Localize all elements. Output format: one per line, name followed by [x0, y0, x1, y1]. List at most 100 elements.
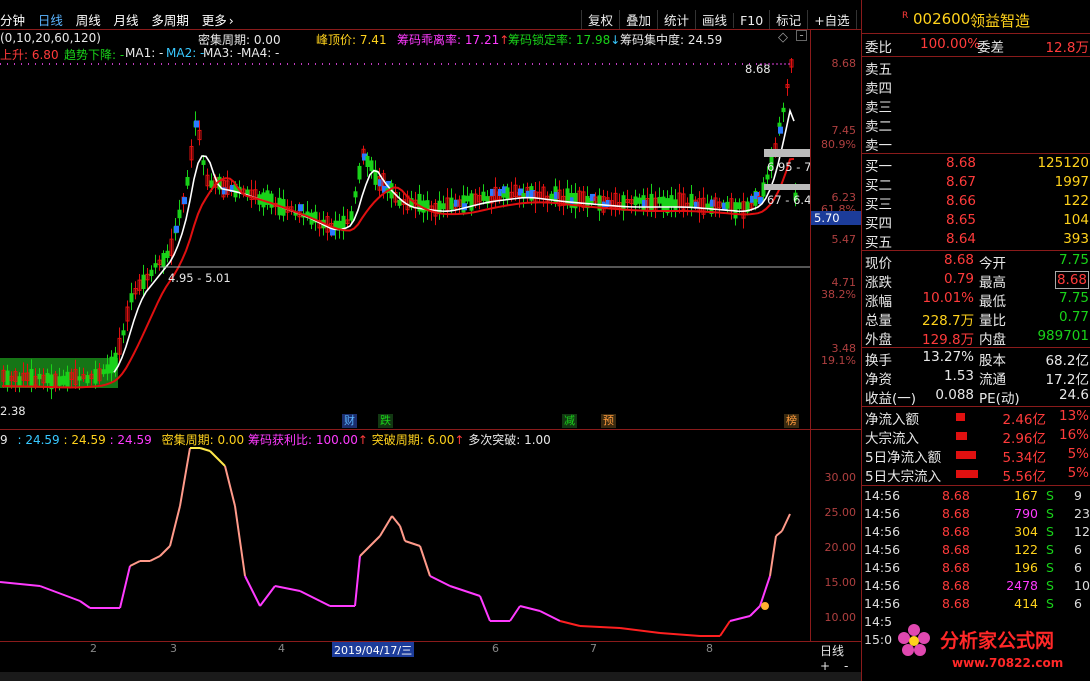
indicator-segment — [209, 450, 226, 467]
indicator-segment — [169, 505, 181, 547]
fund-label: 流通 — [979, 372, 1006, 388]
badge-fall[interactable]: 跌 — [378, 414, 393, 428]
mark-button[interactable]: 标记 — [769, 10, 807, 29]
candle — [129, 293, 134, 303]
sub-label-a: 9 — [0, 433, 8, 447]
tick-side: S — [1046, 506, 1054, 521]
flow-row: 净流入额 2.46亿 13% — [862, 408, 1090, 428]
tick-row: 14:56 8.68 304 S 12 — [862, 524, 1090, 542]
bid-label: 买四 — [865, 216, 892, 232]
stat-value: 228.7万 — [922, 313, 975, 329]
zoom-out-button[interactable]: - — [844, 659, 848, 673]
zoom-in-button[interactable]: + — [820, 659, 830, 673]
overlay-button[interactable]: 叠加 — [619, 10, 657, 29]
stat-value: 129.8万 — [922, 332, 975, 348]
stat-value: 7.75 — [1058, 290, 1089, 306]
indicator-segment — [39, 585, 81, 602]
ask-label: 卖四 — [865, 81, 892, 97]
indicator-segment — [759, 575, 771, 607]
candle — [637, 197, 642, 204]
chip-marker — [194, 120, 199, 128]
tick-count: 10 — [1074, 578, 1090, 593]
bid-label: 买一 — [865, 159, 892, 175]
sep — [862, 56, 1090, 57]
nav-daily[interactable]: 日线 — [38, 13, 63, 28]
tick-qty: 790 — [1014, 506, 1038, 521]
nav-weekly[interactable]: 周线 — [76, 13, 101, 28]
fund-row: 换手 13.27% 股本 68.2亿 — [862, 349, 1090, 369]
indicator-segment — [519, 605, 541, 612]
peak-price: 峰顶价: 7.41 — [316, 33, 387, 47]
indicator-segment — [579, 625, 621, 629]
ma-white-line — [113, 107, 795, 373]
pct-tick: 80.9% — [821, 138, 856, 151]
level-annotation: 4.95 - 5.01 — [168, 271, 231, 285]
flower-logo-icon — [896, 622, 932, 658]
bid-volume: 1997 — [1054, 174, 1089, 190]
x-tick: 7 — [590, 642, 597, 655]
price-tick: 5.47 — [831, 233, 857, 246]
indicator-segment — [159, 545, 171, 557]
bottom-tab-strip[interactable] — [0, 672, 861, 681]
candle — [153, 263, 158, 268]
candle — [673, 199, 678, 210]
indicator-segment — [379, 515, 393, 537]
add-watchlist-button[interactable]: +自选 — [807, 10, 855, 29]
indicator-segment — [354, 555, 361, 607]
candle — [397, 199, 402, 206]
stock-code[interactable]: 002600 — [913, 10, 970, 28]
candlestick-chart[interactable] — [0, 58, 810, 430]
indicator-segment — [179, 447, 191, 507]
chip-marker — [182, 197, 187, 205]
minimize-icon[interactable]: - — [796, 29, 807, 41]
candle — [201, 160, 206, 165]
flow-pct: 13% — [1058, 408, 1089, 424]
stat-value: 8.68 — [1054, 271, 1089, 289]
badge-finance[interactable]: 财 — [342, 414, 357, 428]
badge-reduce[interactable]: 减 — [562, 414, 577, 428]
diamond-icon[interactable]: ◇ — [778, 30, 788, 45]
stat-row: 现价 8.68 今开 7.75 — [862, 252, 1090, 272]
tick-row: 14:56 8.68 122 S 6 — [862, 542, 1090, 560]
pct-tick: 19.1% — [821, 354, 856, 367]
fuquan-button[interactable]: 复权 — [581, 10, 619, 29]
tick-price: 8.68 — [942, 578, 970, 593]
fund-label: 净资 — [865, 372, 892, 388]
bid-price: 8.68 — [945, 155, 976, 171]
nav-more[interactable]: 更多 › — [202, 13, 234, 28]
indicator-segment — [234, 505, 246, 577]
flow-bar — [956, 470, 978, 478]
sub-indicator-chart[interactable] — [0, 446, 810, 642]
sub-multi-break: 多次突破: 1.00 — [468, 433, 551, 447]
draw-line-button[interactable]: 画线 — [695, 10, 733, 29]
cursor-date: 2019/04/17/三 — [332, 642, 415, 657]
candle — [29, 368, 34, 386]
tick-count: 9 — [1074, 488, 1082, 503]
candle — [725, 201, 730, 209]
ask-label: 卖一 — [865, 138, 892, 154]
candle — [337, 220, 342, 230]
flow-bar — [956, 451, 976, 459]
candle — [373, 169, 378, 185]
badge-ranking[interactable]: 榜 — [784, 414, 799, 428]
r1-annotation: 6.95 - 7 — [767, 160, 812, 174]
stats-button[interactable]: 统计 — [657, 10, 695, 29]
chips-concentration: 筹码集中度: 24.59 — [620, 33, 723, 47]
ask-label: 卖三 — [865, 100, 892, 116]
timeframe-label[interactable]: 日线 — [820, 642, 844, 659]
nav-minute[interactable]: 分钟 — [0, 13, 25, 28]
nav-multi-period[interactable]: 多周期 — [151, 13, 189, 28]
commission-ratio-label: 委比 — [865, 40, 892, 56]
tick-count: 6 — [1074, 560, 1082, 575]
nav-monthly[interactable]: 月线 — [114, 13, 139, 28]
indicator-segment — [119, 565, 131, 609]
flow-value: 5.56亿 — [1002, 469, 1046, 485]
f10-button[interactable]: F10 — [733, 13, 769, 28]
indicator-segment — [359, 535, 381, 557]
badge-forecast[interactable]: 预 — [601, 414, 616, 428]
low-annotation: 2.38 — [0, 404, 26, 418]
nav-more-label: 更多 — [201, 13, 227, 28]
stat-label: 今开 — [979, 256, 1006, 272]
candle — [45, 373, 50, 384]
stock-name[interactable]: 领益智造 — [970, 10, 1030, 31]
